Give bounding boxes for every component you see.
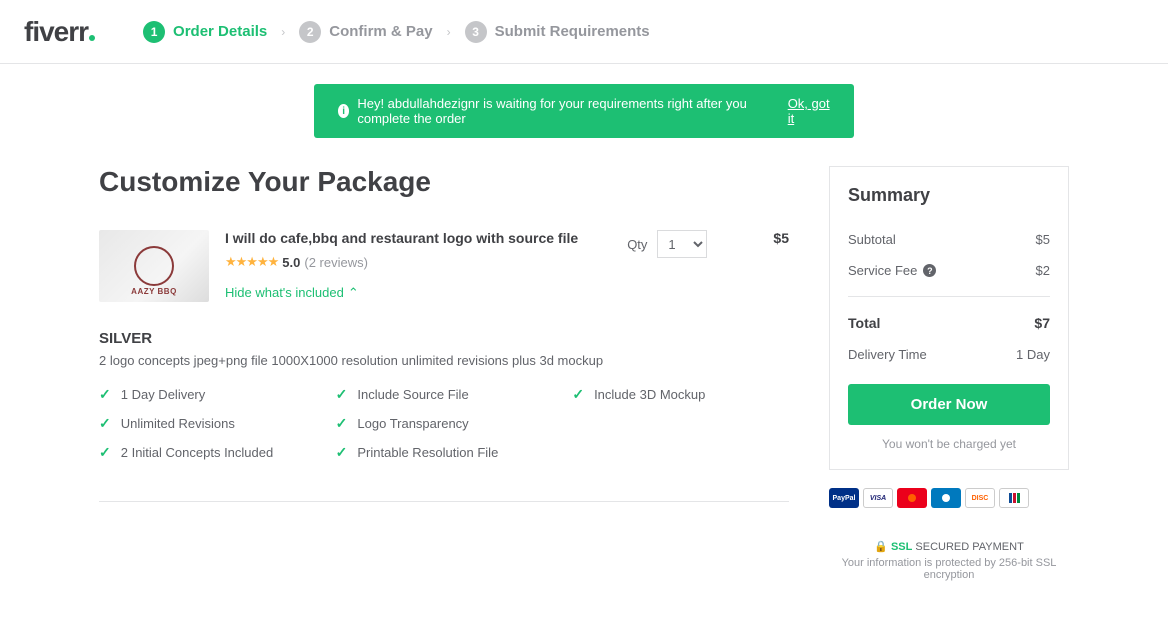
feature-text: 1 Day Delivery — [121, 387, 206, 402]
sidebar: Summary Subtotal $5 Service Fee ? $2 Tot… — [829, 166, 1069, 581]
info-icon: i — [338, 104, 349, 118]
delivery-label: Delivery Time — [848, 347, 927, 362]
divider — [848, 296, 1050, 297]
package-description: 2 logo concepts jpeg+png file 1000X1000 … — [99, 353, 789, 368]
summary-subtotal-row: Subtotal $5 — [848, 224, 1050, 255]
jcb-icon — [999, 488, 1029, 508]
chevron-right-icon: › — [281, 25, 285, 39]
hide-included-link[interactable]: Hide what's included ⌃ — [225, 285, 359, 301]
feature-item: ✓ Unlimited Revisions — [99, 415, 316, 432]
logo-dot-icon — [89, 35, 95, 41]
feature-text: Printable Resolution File — [357, 445, 498, 460]
page-title: Customize Your Package — [99, 166, 789, 198]
step-label: Order Details — [173, 23, 267, 40]
banner-dismiss-link[interactable]: Ok, got it — [788, 96, 830, 126]
discover-icon: DISC — [965, 488, 995, 508]
rating-score: 5.0 — [282, 255, 300, 270]
feature-text: Include Source File — [357, 387, 468, 402]
features-grid: ✓ 1 Day Delivery ✓ Include Source File ✓ In… — [99, 386, 789, 461]
feature-item: ✓ 1 Day Delivery — [99, 386, 316, 403]
feature-text: Logo Transparency — [357, 416, 468, 431]
step-order-details[interactable]: 1 Order Details — [143, 21, 267, 43]
package-name: SILVER — [99, 330, 789, 347]
banner-text: Hey! abdullahdezignr is waiting for your… — [357, 96, 763, 126]
chevron-up-icon: ⌃ — [348, 285, 359, 301]
qty-label: Qty — [627, 237, 647, 252]
hide-link-text: Hide what's included — [225, 285, 344, 300]
summary-total-row: Total $7 — [848, 307, 1050, 339]
summary-box: Summary Subtotal $5 Service Fee ? $2 Tot… — [829, 166, 1069, 470]
logo-text: fiverr — [24, 16, 88, 47]
rating-row: ★★★★★ 5.0 (2 reviews) — [225, 254, 611, 270]
feature-text: 2 Initial Concepts Included — [121, 445, 273, 460]
total-value: $7 — [1034, 315, 1050, 331]
step-number-icon: 1 — [143, 21, 165, 43]
feature-text: Unlimited Revisions — [121, 416, 235, 431]
ssl-row: 🔒 SSL SECURED PAYMENT — [829, 540, 1069, 553]
fee-value: $2 — [1036, 263, 1050, 278]
feature-text: Include 3D Mockup — [594, 387, 705, 402]
gig-price: $5 — [773, 230, 789, 246]
summary-delivery-row: Delivery Time 1 Day — [848, 339, 1050, 370]
qty-row: Qty 1 — [627, 230, 707, 258]
step-label: Confirm & Pay — [329, 23, 432, 40]
diners-icon — [931, 488, 961, 508]
mastercard-icon — [897, 488, 927, 508]
summary-title: Summary — [848, 185, 1050, 206]
header: fiverr 1 Order Details › 2 Confirm & Pay… — [0, 0, 1168, 64]
check-icon: ✓ — [336, 386, 348, 403]
step-label: Submit Requirements — [495, 23, 650, 40]
divider — [99, 501, 789, 502]
step-number-icon: 3 — [465, 21, 487, 43]
check-icon: ✓ — [99, 415, 111, 432]
chevron-right-icon: › — [447, 25, 451, 39]
ssl-label: SECURED PAYMENT — [915, 541, 1023, 553]
gig-title[interactable]: I will do cafe,bbq and restaurant logo w… — [225, 230, 611, 246]
stars-icon: ★★★★★ — [225, 254, 278, 270]
fee-label: Service Fee — [848, 263, 917, 278]
charge-note: You won't be charged yet — [848, 437, 1050, 451]
progress-steps: 1 Order Details › 2 Confirm & Pay › 3 Su… — [143, 21, 650, 43]
ssl-badge: SSL — [891, 541, 912, 553]
visa-icon: VISA — [863, 488, 893, 508]
lock-icon: 🔒 — [874, 541, 888, 553]
check-icon: ✓ — [336, 415, 348, 432]
package-section: SILVER 2 logo concepts jpeg+png file 100… — [99, 330, 789, 461]
ssl-note: Your information is protected by 256-bit… — [829, 557, 1069, 581]
step-number-icon: 2 — [299, 21, 321, 43]
logo[interactable]: fiverr — [24, 16, 95, 48]
check-icon: ✓ — [572, 386, 584, 403]
gig-row: AAZY BBQ I will do cafe,bbq and restaura… — [99, 230, 789, 302]
feature-item: ✓ Printable Resolution File — [336, 444, 553, 461]
step-submit-requirements[interactable]: 3 Submit Requirements — [465, 21, 650, 43]
help-icon[interactable]: ? — [923, 264, 936, 277]
subtotal-label: Subtotal — [848, 232, 896, 247]
info-banner: i Hey! abdullahdezignr is waiting for yo… — [314, 84, 854, 138]
paypal-icon: PayPal — [829, 488, 859, 508]
subtotal-value: $5 — [1036, 232, 1050, 247]
total-label: Total — [848, 315, 880, 331]
order-now-button[interactable]: Order Now — [848, 384, 1050, 425]
check-icon: ✓ — [336, 444, 348, 461]
check-icon: ✓ — [99, 444, 111, 461]
thumb-label: AAZY BBQ — [131, 287, 177, 296]
feature-item: ✓ Logo Transparency — [336, 415, 553, 432]
step-confirm-pay[interactable]: 2 Confirm & Pay — [299, 21, 432, 43]
feature-item: ✓ 2 Initial Concepts Included — [99, 444, 316, 461]
feature-item: ✓ Include 3D Mockup — [572, 386, 789, 403]
check-icon: ✓ — [99, 386, 111, 403]
delivery-value: 1 Day — [1016, 347, 1050, 362]
main-content: Customize Your Package AAZY BBQ I will d… — [99, 166, 789, 581]
feature-item: ✓ Include Source File — [336, 386, 553, 403]
gig-thumbnail[interactable]: AAZY BBQ — [99, 230, 209, 302]
qty-select[interactable]: 1 — [657, 230, 707, 258]
summary-fee-row: Service Fee ? $2 — [848, 255, 1050, 286]
payment-methods: PayPal VISA DISC — [829, 488, 1069, 508]
rating-count: (2 reviews) — [304, 255, 368, 270]
